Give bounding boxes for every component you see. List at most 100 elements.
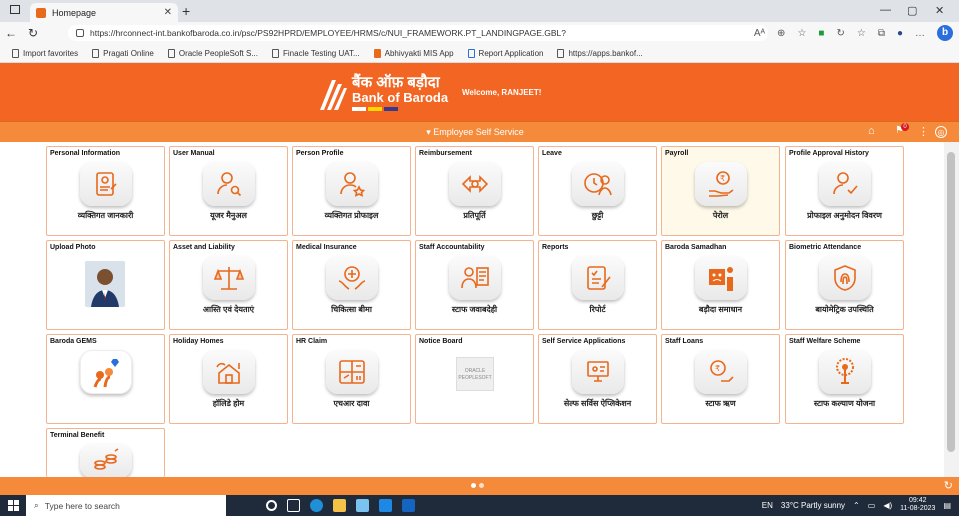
terminal-benefit-icon <box>80 444 132 478</box>
read-aloud-icon[interactable]: Aᴬ <box>754 28 765 39</box>
bank-logo: बैंक ऑफ़ बड़ौदा Bank of Baroda <box>318 71 458 115</box>
extension-icon[interactable]: ■ <box>818 28 824 39</box>
tab-actions-icon[interactable] <box>10 5 20 14</box>
tile-profile-approval-history[interactable]: Profile Approval History प्रोफाइल अनुमोद… <box>785 146 904 236</box>
collections-icon[interactable]: ⧉ <box>878 28 885 39</box>
favorites-bar: Import favorites Pragati Online Oracle P… <box>0 44 959 63</box>
weather-widget[interactable]: 33°C Partly sunny <box>781 501 845 510</box>
favorite-apps[interactable]: https://apps.bankof... <box>557 48 643 58</box>
scrollbar-thumb[interactable] <box>947 152 955 452</box>
back-icon[interactable]: ← <box>0 26 22 40</box>
tile-medical-insurance[interactable]: Medical Insurance चिकित्सा बीमा <box>292 240 411 330</box>
logo-english-text: Bank of Baroda <box>352 90 449 105</box>
reports-icon <box>572 256 624 300</box>
system-tray: EN 33°C Partly sunny ⌃ ▭ ◀) 09:42 11-08-… <box>762 497 951 513</box>
favorite-abhivyakti[interactable]: Abhivyakti MIS App <box>373 48 454 58</box>
mail-icon[interactable] <box>379 499 392 512</box>
tile-self-service-applications[interactable]: Self Service Applications सेल्फ सर्विस ऐ… <box>538 334 657 424</box>
favorite-report[interactable]: Report Application <box>467 48 543 58</box>
network-icon[interactable]: ▭ <box>868 501 876 510</box>
close-tab-icon[interactable]: ✕ <box>164 7 172 18</box>
outlook-icon[interactable] <box>402 499 415 512</box>
reload-icon[interactable]: ↻ <box>22 26 44 40</box>
leave-icon <box>572 162 624 206</box>
search-placeholder: Type here to search <box>44 500 120 511</box>
store-icon[interactable] <box>356 499 369 512</box>
navbar-icon[interactable]: ◎ <box>935 126 947 138</box>
new-tab-icon[interactable]: + <box>182 3 190 19</box>
payroll-icon: ₹ <box>695 162 747 206</box>
home-icon[interactable]: ⌂ <box>868 125 875 137</box>
edge-icon[interactable] <box>310 499 323 512</box>
tile-leave[interactable]: Leave छुट्टी <box>538 146 657 236</box>
more-icon[interactable]: … <box>915 28 925 39</box>
windows-start-icon[interactable] <box>0 500 26 511</box>
tray-overflow-icon[interactable]: ⌃ <box>853 501 860 510</box>
favorite-import[interactable]: Import favorites <box>12 48 78 58</box>
bing-icon[interactable]: b <box>937 25 953 41</box>
tile-biometric-attendance[interactable]: Biometric Attendance बायोमेट्रिक उपस्थित… <box>785 240 904 330</box>
tile-user-manual[interactable]: User Manual यूजर मैनुअल <box>169 146 288 236</box>
refresh-extension-icon[interactable]: ↻ <box>836 28 844 39</box>
restore-icon[interactable]: ▢ <box>907 4 917 17</box>
profile-approval-icon <box>819 162 871 206</box>
tile-person-profile[interactable]: Person Profile व्यक्तिगत प्रोफाइल <box>292 146 411 236</box>
app-header: बैंक ऑफ़ बड़ौदा Bank of Baroda Welcome, … <box>0 63 959 121</box>
nav-title[interactable]: ▾ Employee Self Service <box>0 127 950 138</box>
oracle-peoplesoft-logo: ORACLE PEOPLESOFT <box>456 357 494 391</box>
logo-strip <box>352 107 448 111</box>
tile-payroll[interactable]: Payroll ₹ पेरोल <box>661 146 780 236</box>
notifications-icon[interactable]: ▤ <box>943 501 951 510</box>
file-explorer-icon[interactable] <box>333 499 346 512</box>
close-window-icon[interactable]: ✕ <box>935 4 944 17</box>
volume-icon[interactable]: ◀) <box>883 501 892 510</box>
url-field[interactable]: https://hrconnect-int.bankofbaroda.co.in… <box>68 25 768 41</box>
page-icon <box>167 48 175 58</box>
refresh-icon[interactable]: ↻ <box>944 479 953 492</box>
tile-grid: Personal Information व्यक्तिगत जानकारी U… <box>0 142 944 478</box>
taskbar-apps <box>266 499 415 512</box>
medical-icon <box>326 256 378 300</box>
logo-hindi-text: बैंक ऑफ़ बड़ौदा <box>352 74 440 91</box>
page-indicator[interactable] <box>471 483 484 488</box>
tile-terminal-benefit[interactable]: Terminal Benefit <box>46 428 165 478</box>
page-scrollbar[interactable] <box>944 142 959 477</box>
notification-badge: 0 <box>901 123 909 131</box>
favorites-icon[interactable]: ☆ <box>857 28 866 39</box>
tile-baroda-samadhan[interactable]: Baroda Samadhan बड़ौदा समाधान <box>661 240 780 330</box>
bank-icon <box>373 48 381 58</box>
tile-asset-liability[interactable]: Asset and Liability आस्ति एवं देयताएं <box>169 240 288 330</box>
favorite-oracle[interactable]: Oracle PeopleSoft S... <box>167 48 258 58</box>
cortana-icon[interactable] <box>266 500 277 511</box>
minimize-icon[interactable]: — <box>880 4 891 16</box>
svg-text:₹: ₹ <box>720 174 725 183</box>
language-indicator[interactable]: EN <box>762 501 773 510</box>
tile-personal-information[interactable]: Personal Information व्यक्तिगत जानकारी <box>46 146 165 236</box>
actions-menu-icon[interactable]: ⋮ <box>918 125 929 138</box>
address-bar-icons: Aᴬ ⊕ ☆ ■ ↻ ☆ ⧉ ● … b <box>754 25 953 41</box>
tile-baroda-gems[interactable]: Baroda GEMS <box>46 334 165 424</box>
profile-icon[interactable]: ● <box>897 28 903 39</box>
tile-reimbursement[interactable]: Reimbursement प्रतिपूर्ति <box>415 146 534 236</box>
favorite-pragati[interactable]: Pragati Online <box>92 48 154 58</box>
zoom-icon[interactable]: ⊕ <box>777 28 785 39</box>
clock[interactable]: 09:42 11-08-2023 <box>900 497 935 513</box>
favorite-finacle[interactable]: Finacle Testing UAT... <box>272 48 360 58</box>
hr-claim-icon <box>326 350 378 394</box>
tile-staff-loans[interactable]: Staff Loans ₹ स्टाफ ऋण <box>661 334 780 424</box>
tile-reports[interactable]: Reports रिपोर्ट <box>538 240 657 330</box>
nav-bar: ▾ Employee Self Service ⌂ ⚑ 0 ⋮ ◎ <box>0 121 959 142</box>
page-icon <box>272 48 279 58</box>
tile-staff-accountability[interactable]: Staff Accountability स्टाफ जवाबदेही <box>415 240 534 330</box>
browser-tab[interactable]: Homepage ✕ <box>30 3 178 22</box>
tile-holiday-homes[interactable]: Holiday Homes हॉलिडे होम <box>169 334 288 424</box>
page-icon <box>92 48 100 58</box>
taskbar-search[interactable]: ⌕ Type here to search <box>26 495 226 516</box>
tile-hr-claim[interactable]: HR Claim एचआर दावा <box>292 334 411 424</box>
tile-notice-board[interactable]: Notice Board ORACLE PEOPLESOFT <box>415 334 534 424</box>
favorite-star-icon[interactable]: ☆ <box>797 28 806 39</box>
tile-upload-photo[interactable]: Upload Photo <box>46 240 165 330</box>
task-view-icon[interactable] <box>287 499 300 512</box>
tile-staff-welfare-scheme[interactable]: Staff Welfare Scheme स्टाफ कल्याण योजना <box>785 334 904 424</box>
holiday-home-icon <box>203 350 255 394</box>
